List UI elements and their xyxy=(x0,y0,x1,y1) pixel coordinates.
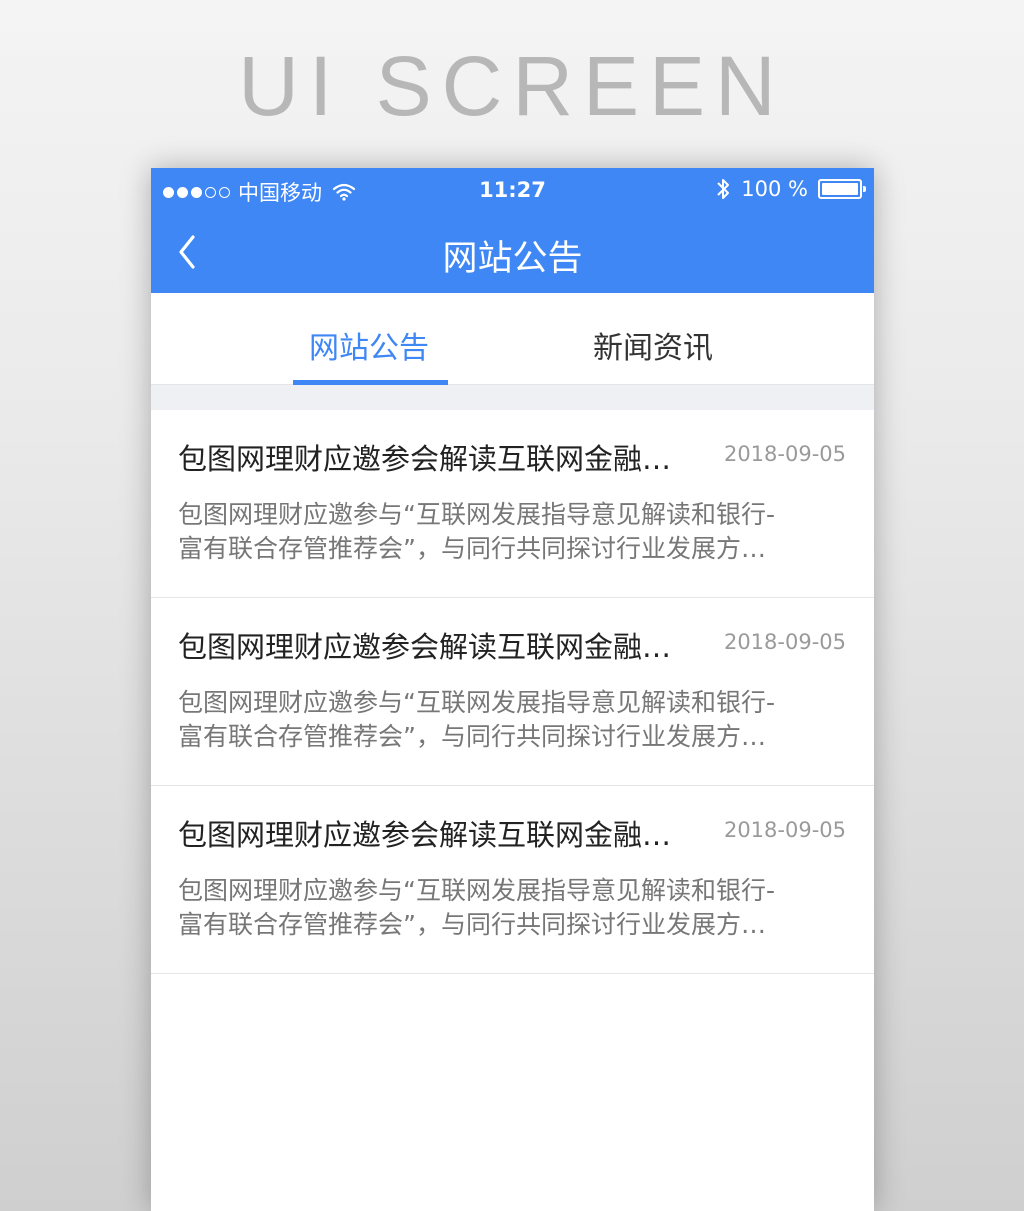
news-summary-line: 包图网理财应邀参与“互联网发展指导意见解读和银行- xyxy=(178,688,775,717)
tab-bar: 网站公告 新闻资讯 xyxy=(151,293,874,385)
news-title: 包图网理财应邀参会解读互联网金融… xyxy=(178,442,672,476)
list-item[interactable]: 包图网理财应邀参会解读互联网金融… 2018-09-05 包图网理财应邀参与“互… xyxy=(151,786,874,974)
news-summary: 包图网理财应邀参与“互联网发展指导意见解读和银行- 富有联合存管推荐会”，与同行… xyxy=(178,874,848,942)
bluetooth-icon xyxy=(717,179,730,199)
battery-tip xyxy=(863,186,866,192)
news-list: 包图网理财应邀参会解读互联网金融… 2018-09-05 包图网理财应邀参与“互… xyxy=(151,410,874,974)
tab-site-notice[interactable]: 网站公告 xyxy=(309,323,429,367)
status-bar: 中国移动 11:27 100 % xyxy=(151,168,874,214)
news-summary: 包图网理财应邀参与“互联网发展指导意见解读和银行- 富有联合存管推荐会”，与同行… xyxy=(178,498,848,566)
nav-bar: 网站公告 xyxy=(151,214,874,293)
news-date: 2018-09-05 xyxy=(723,442,846,466)
section-divider xyxy=(151,385,874,410)
status-right: 100 % xyxy=(715,177,866,201)
news-title: 包图网理财应邀参会解读互联网金融… xyxy=(178,630,672,664)
page-title: 网站公告 xyxy=(442,239,583,279)
list-item[interactable]: 包图网理财应邀参会解读互联网金融… 2018-09-05 包图网理财应邀参与“互… xyxy=(151,598,874,786)
news-summary-line: 富有联合存管推荐会”，与同行共同探讨行业发展方… xyxy=(178,910,766,939)
phone-screen: 中国移动 11:27 100 % 网站公告 网站公告 新闻资讯 包图网理财应邀参… xyxy=(151,168,874,1211)
news-summary-line: 包图网理财应邀参与“互联网发展指导意见解读和银行- xyxy=(178,876,775,905)
battery-icon xyxy=(818,179,866,199)
battery-percentage: 100 % xyxy=(741,177,808,201)
news-date: 2018-09-05 xyxy=(723,818,846,842)
tab-news[interactable]: 新闻资讯 xyxy=(593,323,713,367)
battery-fill xyxy=(822,183,858,195)
page-heading: UI SCREEN xyxy=(238,39,786,133)
news-title: 包图网理财应邀参会解读互联网金融… xyxy=(178,818,672,852)
list-item[interactable]: 包图网理财应邀参会解读互联网金融… 2018-09-05 包图网理财应邀参与“互… xyxy=(151,410,874,598)
news-summary-line: 富有联合存管推荐会”，与同行共同探讨行业发展方… xyxy=(178,722,766,751)
news-date: 2018-09-05 xyxy=(723,630,846,654)
top-bar: 中国移动 11:27 100 % 网站公告 xyxy=(151,168,874,293)
news-summary: 包图网理财应邀参与“互联网发展指导意见解读和银行- 富有联合存管推荐会”，与同行… xyxy=(178,686,848,754)
news-summary-line: 富有联合存管推荐会”，与同行共同探讨行业发展方… xyxy=(178,534,766,563)
news-summary-line: 包图网理财应邀参与“互联网发展指导意见解读和银行- xyxy=(178,500,775,529)
